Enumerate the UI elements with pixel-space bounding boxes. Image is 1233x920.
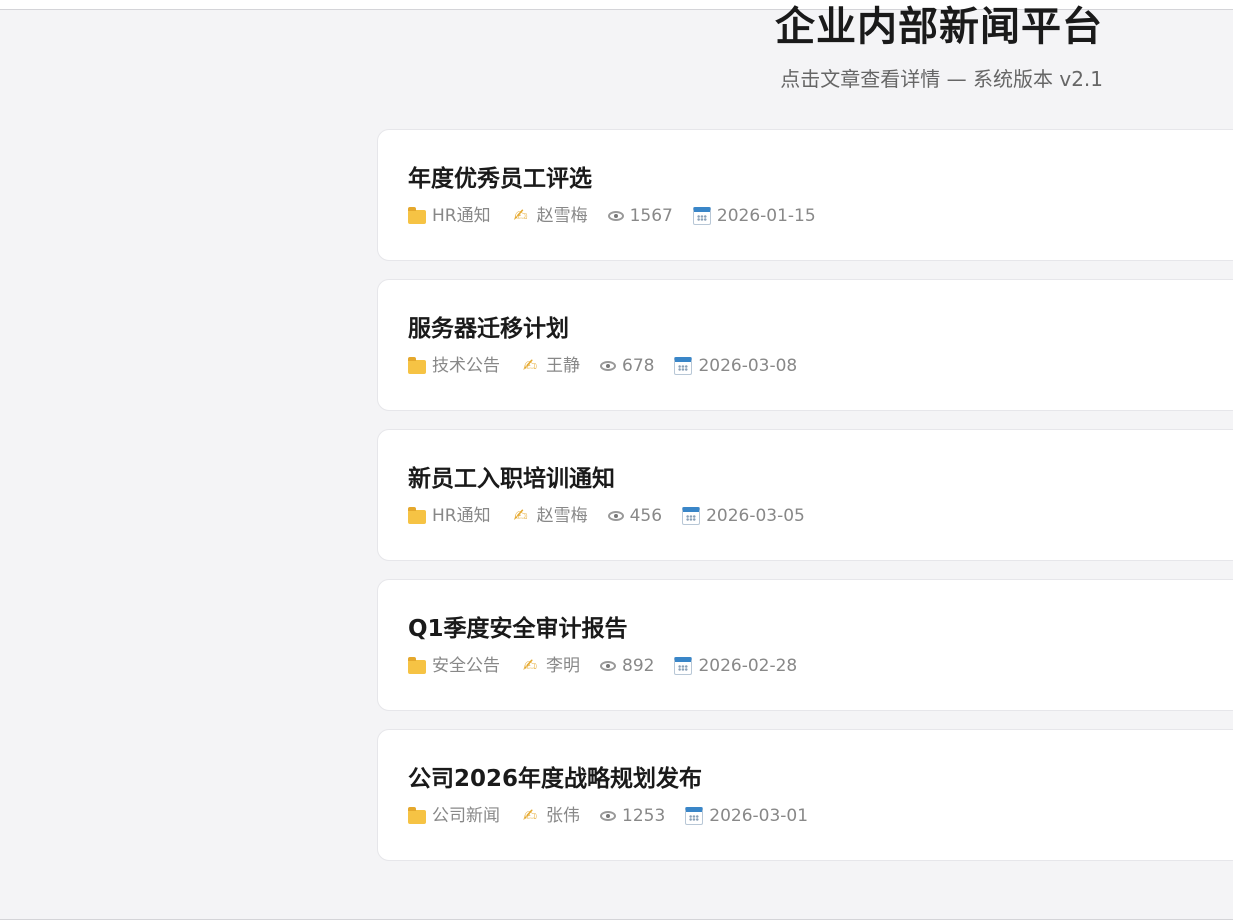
article-card-new-employee-training[interactable]: 新员工入职培训通知 HR通知 ✍ 赵雪梅 456 2026-03-05	[377, 429, 1233, 561]
eye-icon	[600, 361, 616, 371]
article-date: 2026-03-01	[685, 804, 808, 828]
article-card-2026-strategy[interactable]: 公司2026年度战略规划发布 公司新闻 ✍ 张伟 1253 2026-03-01	[377, 729, 1233, 861]
article-date-text: 2026-03-05	[706, 506, 805, 526]
eye-icon	[607, 211, 624, 221]
article-meta: 公司新闻 ✍ 张伟 1253 2026-03-01	[408, 804, 1216, 828]
article-date: 2026-03-08	[674, 354, 797, 378]
article-author: ✍ 王静	[520, 354, 580, 378]
article-views: 1253	[600, 804, 665, 828]
article-meta: 技术公告 ✍ 王静 678 2026-03-08	[408, 354, 1216, 378]
page-subtitle: 点击文章查看详情 — 系统版本 v2.1	[780, 67, 1103, 91]
calendar-icon	[682, 507, 701, 525]
article-author-text: 王静	[546, 356, 580, 376]
article-title[interactable]: 公司2026年度战略规划发布	[408, 762, 1216, 796]
article-views-text: 456	[629, 506, 663, 526]
article-category: 公司新闻	[408, 804, 500, 828]
article-category: HR通知	[408, 204, 491, 228]
calendar-icon	[692, 207, 711, 225]
pen-icon: ✍	[522, 356, 538, 376]
article-meta: HR通知 ✍ 赵雪梅 456 2026-03-05	[408, 504, 1216, 528]
folder-icon	[408, 807, 426, 824]
article-author-text: 李明	[546, 656, 580, 676]
article-views-text: 892	[622, 656, 655, 676]
calendar-icon	[674, 357, 693, 375]
article-date-text: 2026-03-01	[709, 806, 809, 826]
article-date-text: 2026-01-15	[716, 206, 816, 226]
page-title: 企业内部新闻平台	[775, 4, 1103, 50]
article-views: 456	[607, 504, 663, 528]
folder-icon	[408, 357, 426, 374]
article-author: ✍ 李明	[520, 654, 580, 678]
eye-icon	[607, 511, 624, 521]
article-card-q1-security-audit[interactable]: Q1季度安全审计报告 安全公告 ✍ 李明 892 2026-02-28	[377, 579, 1233, 711]
article-category: 安全公告	[408, 654, 500, 678]
article-author: ✍ 赵雪梅	[511, 504, 588, 528]
article-category-text: 技术公告	[432, 356, 500, 376]
article-category: 技术公告	[408, 354, 500, 378]
article-card-annual-employee-selection[interactable]: 年度优秀员工评选 HR通知 ✍ 赵雪梅 1567 2026-01-15	[377, 129, 1233, 261]
calendar-icon	[674, 657, 693, 675]
article-category-text: HR通知	[432, 506, 491, 526]
article-author-text: 赵雪梅	[536, 206, 588, 226]
article-views: 678	[600, 354, 654, 378]
folder-icon	[408, 657, 426, 674]
article-title[interactable]: 服务器迁移计划	[408, 312, 1216, 346]
article-author-text: 张伟	[546, 806, 580, 826]
article-meta: HR通知 ✍ 赵雪梅 1567 2026-01-15	[408, 204, 1216, 228]
article-date: 2026-03-05	[682, 504, 805, 528]
article-views-text: 1253	[622, 806, 666, 826]
article-date: 2026-01-15	[692, 204, 816, 228]
article-views: 892	[600, 654, 654, 678]
article-date: 2026-02-28	[674, 654, 797, 678]
article-views-text: 1567	[629, 206, 673, 226]
article-date-text: 2026-02-28	[698, 656, 798, 676]
page-header: 企业内部新闻平台 点击文章查看详情 — 系统版本 v2.1	[775, 0, 1103, 91]
article-title[interactable]: 年度优秀员工评选	[408, 162, 1216, 196]
article-list: 年度优秀员工评选 HR通知 ✍ 赵雪梅 1567 2026-01-15 服务器迁…	[377, 129, 1233, 879]
pen-icon: ✍	[522, 806, 538, 826]
article-category: HR通知	[408, 504, 491, 528]
article-category-text: 公司新闻	[432, 806, 500, 826]
eye-icon	[600, 811, 616, 821]
pen-icon: ✍	[522, 656, 538, 676]
article-views-text: 678	[622, 356, 655, 376]
article-card-server-migration[interactable]: 服务器迁移计划 技术公告 ✍ 王静 678 2026-03-08	[377, 279, 1233, 411]
article-author: ✍ 赵雪梅	[511, 204, 588, 228]
article-views: 1567	[607, 204, 673, 228]
article-meta: 安全公告 ✍ 李明 892 2026-02-28	[408, 654, 1216, 678]
folder-icon	[408, 507, 426, 524]
article-author: ✍ 张伟	[520, 804, 580, 828]
article-title[interactable]: Q1季度安全审计报告	[408, 612, 1216, 646]
calendar-icon	[685, 807, 704, 825]
article-category-text: HR通知	[432, 206, 491, 226]
article-author-text: 赵雪梅	[536, 506, 588, 526]
pen-icon: ✍	[513, 206, 528, 226]
pen-icon: ✍	[513, 506, 528, 526]
article-category-text: 安全公告	[432, 656, 500, 676]
article-title[interactable]: 新员工入职培训通知	[408, 462, 1216, 496]
eye-icon	[600, 661, 616, 671]
article-date-text: 2026-03-08	[698, 356, 798, 376]
folder-icon	[408, 207, 426, 224]
